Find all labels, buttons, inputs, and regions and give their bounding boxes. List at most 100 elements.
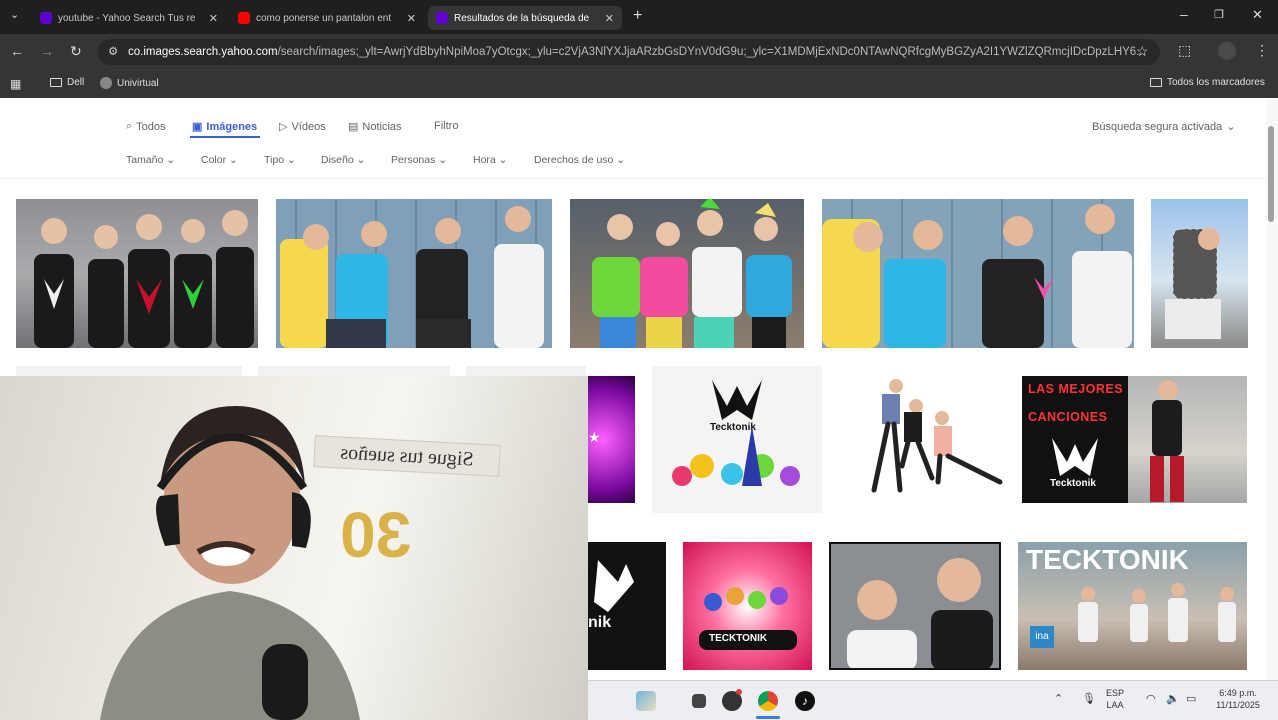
filter-derechos[interactable]: Derechos de uso ⌄ <box>534 154 625 166</box>
bookmark-label: Dell <box>67 77 85 88</box>
clock-date: 11/11/2025 <box>1216 700 1260 710</box>
dancers-street-group-photo <box>1078 583 1236 642</box>
result-thumbnail[interactable] <box>829 542 1001 670</box>
wifi-icon[interactable]: ◠ <box>1146 693 1156 705</box>
youtube-favicon-icon <box>238 12 250 24</box>
tecktonik-sticker-text: TECKTONIK <box>709 633 768 644</box>
minimize-icon[interactable]: – <box>1180 6 1188 22</box>
bookmark-star-icon[interactable]: ☆ <box>1136 43 1149 60</box>
news-icon: ▤ <box>348 121 359 133</box>
dancer-checkered-hoodie-photo <box>1165 228 1221 339</box>
tab-resultados[interactable]: Resultados de la búsqueda de ✕ <box>428 6 622 30</box>
scrollbar-thumb[interactable] <box>1268 126 1274 222</box>
bookmark-dell[interactable]: Dell <box>50 77 84 88</box>
close-tab-icon[interactable]: ✕ <box>209 12 218 25</box>
filter-hora[interactable]: Hora ⌄ <box>473 154 507 166</box>
tray-chevron-icon[interactable]: ⌃ <box>1054 693 1063 705</box>
reload-icon[interactable]: ↻ <box>70 43 82 60</box>
bookmark-univirtual[interactable]: Univirtual <box>100 77 159 89</box>
nav-todos[interactable]: ⌕ Todos <box>126 120 166 133</box>
tab-youtube-search[interactable]: youtube - Yahoo Search Tus re ✕ <box>32 6 226 30</box>
clock-time: 6:49 p.m. <box>1219 688 1257 698</box>
result-thumbnail[interactable]: TECKTONIK <box>683 542 812 670</box>
svg-text:★: ★ <box>588 429 601 445</box>
close-window-icon[interactable]: ✕ <box>1252 7 1263 23</box>
tab-pantalon[interactable]: como ponerse un pantalon ent ✕ <box>230 6 424 30</box>
url-path: /search/images;_ylt=AwrjYdBbyhNpiMoa7yOt… <box>277 46 1146 58</box>
result-thumbnail[interactable]: ★ <box>588 376 635 503</box>
result-thumbnail[interactable] <box>570 199 804 348</box>
url-host: co.images.search.yahoo.com <box>128 46 278 58</box>
language-indicator[interactable]: ESP LAA <box>1106 687 1124 711</box>
active-app-indicator <box>756 716 780 719</box>
back-icon[interactable]: ← <box>10 43 24 59</box>
extensions-icon[interactable]: ⬚ <box>1178 42 1191 59</box>
restore-icon[interactable]: ❐ <box>1214 8 1224 21</box>
close-tab-icon[interactable]: ✕ <box>605 12 614 25</box>
dancer-street-photo <box>1150 380 1184 502</box>
nik-text: nik <box>588 614 612 631</box>
filter-color[interactable]: Color ⌄ <box>201 154 238 166</box>
browser-toolbar: ← → ↻ ⚙ co.images.search.yahoo.com/searc… <box>0 34 1278 70</box>
result-placeholder <box>16 366 242 376</box>
nav-noticias[interactable]: ▤ Noticias <box>348 120 402 134</box>
two-dancers-closeup-photo <box>847 558 993 668</box>
filter-tipo[interactable]: Tipo ⌄ <box>264 154 296 166</box>
play-icon: ▷ <box>279 121 288 133</box>
chrome-icon[interactable] <box>758 691 778 711</box>
battery-icon[interactable]: ▭ <box>1186 693 1196 705</box>
webcam-overlay: Sigue tus sueños 30 <box>0 376 588 720</box>
nav-label: Todos <box>136 120 166 133</box>
safe-search-label: Búsqueda segura activada <box>1092 120 1223 133</box>
site-info-icon[interactable]: ⚙ <box>108 39 118 65</box>
bookmark-label: Univirtual <box>117 77 159 89</box>
clock[interactable]: 6:49 p.m. 11/11/2025 <box>1208 687 1268 711</box>
result-thumbnail[interactable]: nik <box>588 542 666 670</box>
all-bookmarks[interactable]: Todos los marcadores <box>1150 77 1265 88</box>
profile-avatar[interactable] <box>1218 42 1236 60</box>
tab-title: Resultados de la búsqueda de <box>454 12 590 24</box>
yahoo-favicon-icon <box>40 12 52 24</box>
result-thumbnail[interactable] <box>838 366 1006 513</box>
nav-label: Noticias <box>362 120 402 133</box>
result-thumbnail[interactable]: Tecktonik <box>652 366 822 513</box>
tiktok-icon[interactable]: ♪ <box>795 691 815 711</box>
volume-icon[interactable]: 🔈 <box>1166 693 1180 705</box>
notification-dot <box>736 689 742 695</box>
filter-diseno[interactable]: Diseño ⌄ <box>321 154 365 166</box>
result-thumbnail[interactable] <box>822 199 1134 348</box>
forward-icon[interactable]: → <box>40 43 54 59</box>
task-view-icon[interactable] <box>692 694 706 708</box>
apps-grid-icon[interactable]: ▦ <box>10 77 21 91</box>
tecktonik-colorful-logo <box>672 380 800 486</box>
result-thumbnail[interactable] <box>1151 199 1248 348</box>
image-icon: ▣ <box>192 121 203 133</box>
nav-imagenes[interactable]: ▣ Imágenes <box>192 120 258 134</box>
nav-label: Imágenes <box>206 120 258 133</box>
filter-tamano[interactable]: Tamaño ⌄ <box>126 154 175 166</box>
result-thumbnail[interactable]: TECKTONIK ina <box>1018 542 1247 670</box>
address-bar[interactable]: ⚙ co.images.search.yahoo.com/search/imag… <box>98 39 1160 65</box>
result-thumbnail[interactable]: LAS MEJORES CANCIONES Tecktonik <box>1022 376 1128 503</box>
safe-search-toggle[interactable]: Búsqueda segura activada ⌄ <box>1092 120 1235 134</box>
menu-kebab-icon[interactable]: ⋮ <box>1255 42 1269 59</box>
yahoo-favicon-icon <box>436 12 448 24</box>
close-tab-icon[interactable]: ✕ <box>407 12 416 25</box>
filter-personas[interactable]: Personas ⌄ <box>391 154 447 166</box>
search-icon: ⌕ <box>126 120 133 132</box>
tab-title: youtube - Yahoo Search Tus re <box>58 12 196 24</box>
result-thumbnail[interactable] <box>1128 376 1247 503</box>
language-code: ESP <box>1106 688 1125 698</box>
folder-icon <box>50 78 62 87</box>
nav-filtro[interactable]: Filtro <box>434 120 458 132</box>
nav-videos[interactable]: ▷ Vídeos <box>279 120 326 134</box>
result-thumbnail[interactable] <box>276 199 552 348</box>
widgets-icon[interactable] <box>636 691 656 711</box>
microphone-icon[interactable]: 🎙 <box>1082 693 1096 705</box>
new-tab-icon[interactable]: + <box>633 7 642 25</box>
browser-tab-bar: ⌄ youtube - Yahoo Search Tus re ✕ como p… <box>0 0 1278 34</box>
nav-label: Filtro <box>434 120 459 132</box>
tab-search-chevron-icon[interactable]: ⌄ <box>10 8 19 21</box>
result-thumbnail[interactable] <box>16 199 258 348</box>
purple-sparkle-graphic: ★ <box>588 429 601 445</box>
